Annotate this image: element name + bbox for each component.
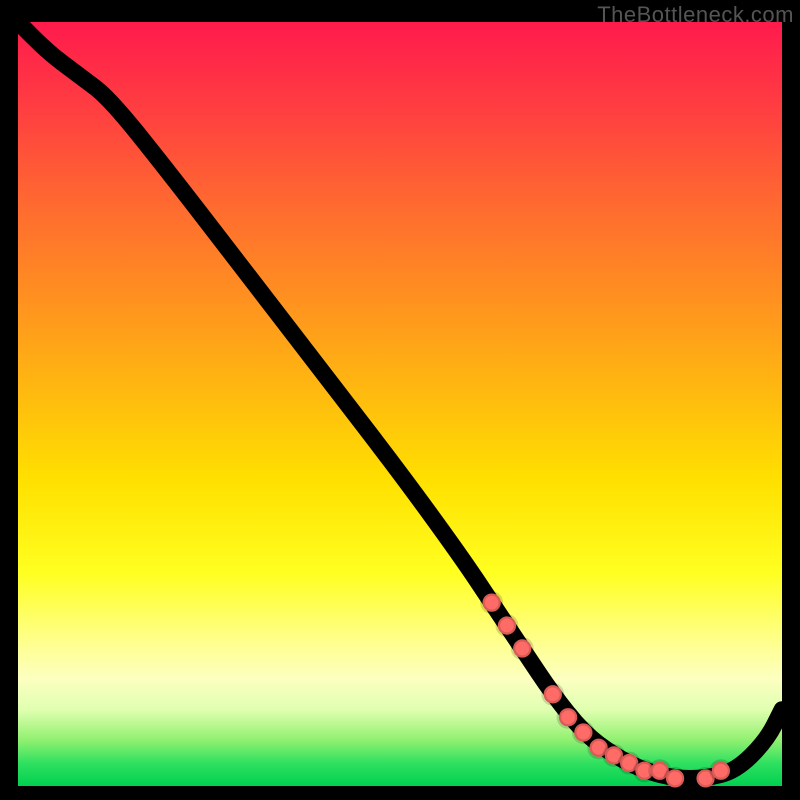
watermark-text: TheBottleneck.com (597, 2, 794, 28)
curve-marker (483, 593, 501, 611)
curve-marker (712, 762, 730, 780)
marker-group (483, 593, 731, 787)
curve-marker (544, 685, 562, 703)
bottleneck-curve (18, 22, 782, 778)
curve-marker (666, 769, 684, 787)
curve-marker (498, 616, 516, 634)
chart-frame: TheBottleneck.com (0, 0, 800, 800)
curve-marker (574, 723, 592, 741)
curve-marker (559, 708, 577, 726)
plot-area (18, 22, 782, 786)
curve-marker (513, 639, 531, 657)
curve-svg (18, 22, 782, 786)
